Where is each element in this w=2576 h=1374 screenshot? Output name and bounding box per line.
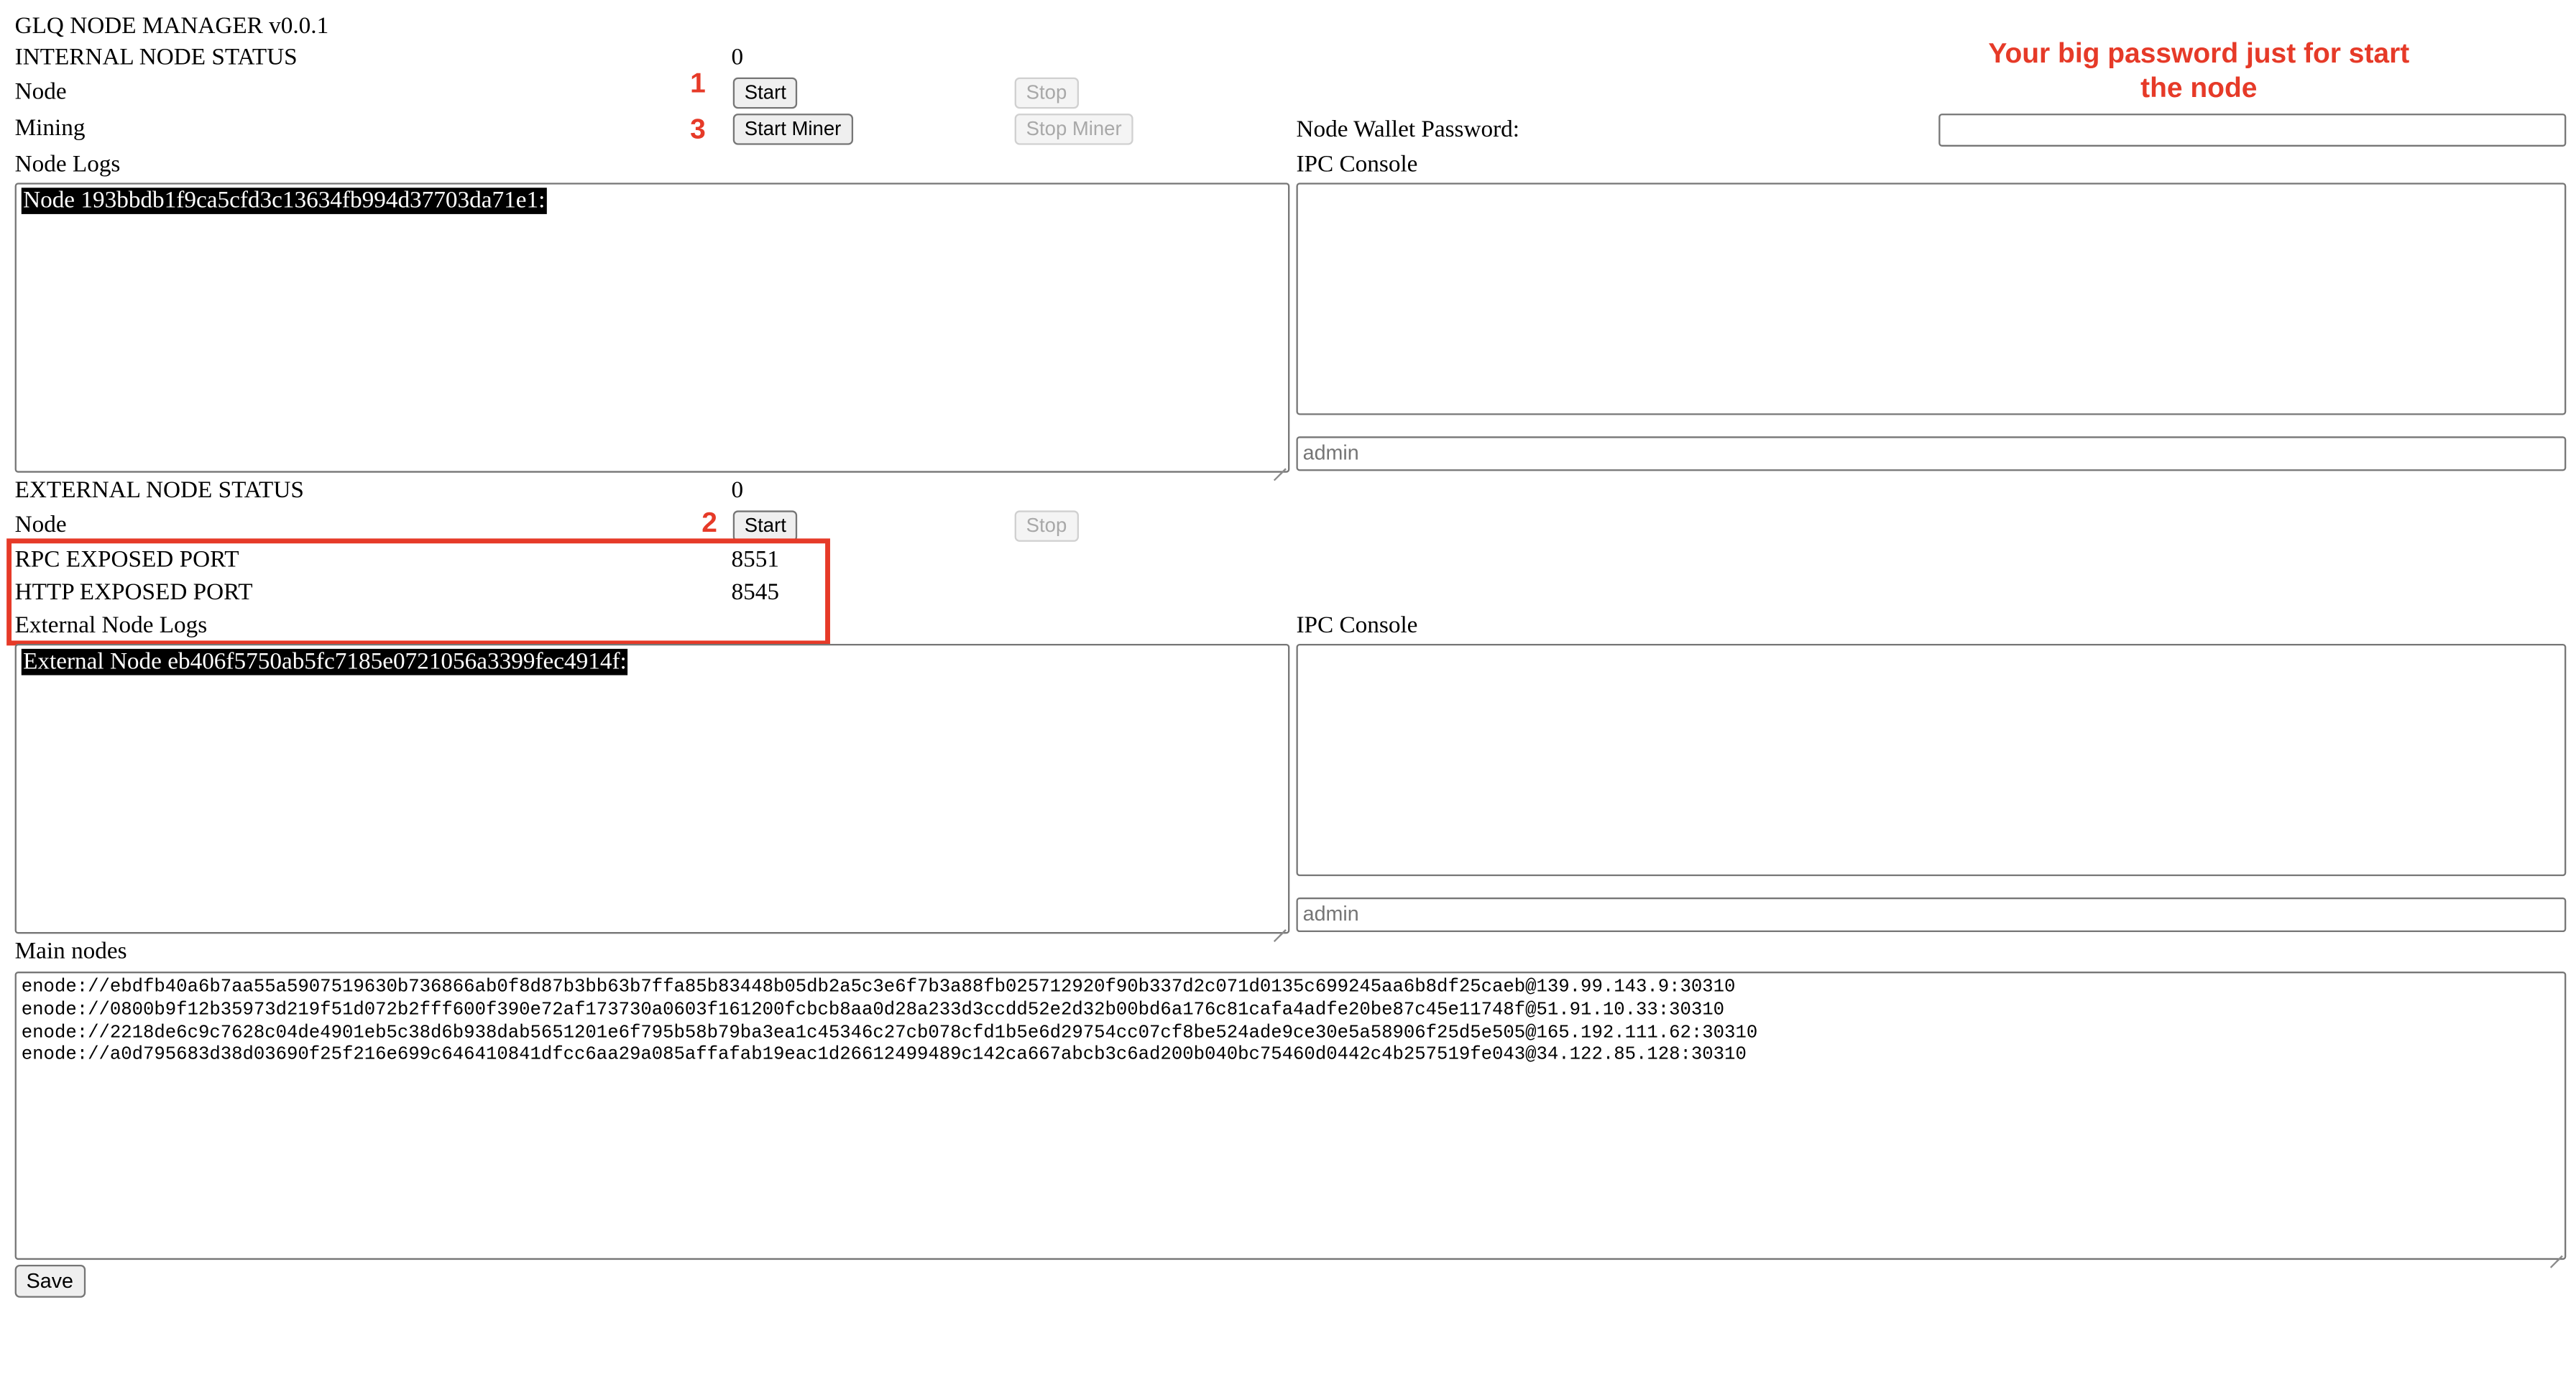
node-logs-text: Node 193bbdb1f9ca5cfd3c13634fb994d37703d… [21,188,547,214]
internal-stop-button[interactable]: Stop [1014,77,1079,109]
external-logs-text: External Node eb406f5750ab5fc7185e072105… [21,649,629,676]
node-logs-textarea[interactable]: Node 193bbdb1f9ca5cfd3c13634fb994d37703d… [14,183,1290,473]
main-nodes-textarea[interactable]: enode://ebdfb40a6b7aa55a5907519630b73686… [14,972,2567,1260]
internal-node-label: Node [14,78,67,106]
external-status-value: 0 [731,477,744,504]
external-ipc-console-output[interactable] [1296,644,2567,877]
password-annotation-line-1: Your big password just for start [1988,37,2410,70]
mining-label: Mining [14,115,86,142]
internal-start-button[interactable]: Start [732,77,798,109]
ipc-console-input[interactable]: admin [1296,436,2567,471]
internal-status-value: 0 [731,44,744,71]
app-title: GLQ NODE MANAGER v0.0.1 [14,13,329,40]
save-button[interactable]: Save [14,1264,86,1298]
annotation-step-3: 3 [690,114,706,145]
annotation-step-1: 1 [690,67,706,99]
external-ipc-console-input[interactable]: admin [1296,897,2567,933]
resize-handle-icon[interactable] [1273,917,1286,930]
external-start-button[interactable]: Start [732,510,798,542]
external-node-label: Node [14,512,67,539]
external-status-label: EXTERNAL NODE STATUS [14,477,304,504]
app-window: GLQ NODE MANAGER v0.0.1 INTERNAL NODE ST… [0,0,2576,1373]
internal-status-label: INTERNAL NODE STATUS [14,44,298,71]
stop-miner-button[interactable]: Stop Miner [1014,114,1133,145]
password-annotation-line-2: the node [2140,72,2258,104]
wallet-password-label: Node Wallet Password: [1296,116,1520,144]
ipc-console-label: IPC Console [1296,151,1418,178]
main-nodes-label: Main nodes [14,939,127,965]
external-logs-label: External Node Logs [14,612,208,640]
resize-handle-icon[interactable] [1273,456,1286,469]
start-miner-button[interactable]: Start Miner [732,114,853,145]
wallet-password-field[interactable] [1938,114,2567,147]
node-logs-label: Node Logs [14,151,121,178]
main-nodes-text: enode://ebdfb40a6b7aa55a5907519630b73686… [21,978,1758,1066]
external-logs-textarea[interactable]: External Node eb406f5750ab5fc7185e072105… [14,644,1290,934]
external-stop-button[interactable]: Stop [1014,510,1079,542]
resize-handle-icon[interactable] [2549,1243,2562,1256]
password-annotation: Your big password just for start the nod… [1910,36,2487,105]
ipc-console-output[interactable] [1296,183,2567,415]
external-ipc-console-label: IPC Console [1296,612,1418,640]
annotation-step-2: 2 [702,507,717,539]
